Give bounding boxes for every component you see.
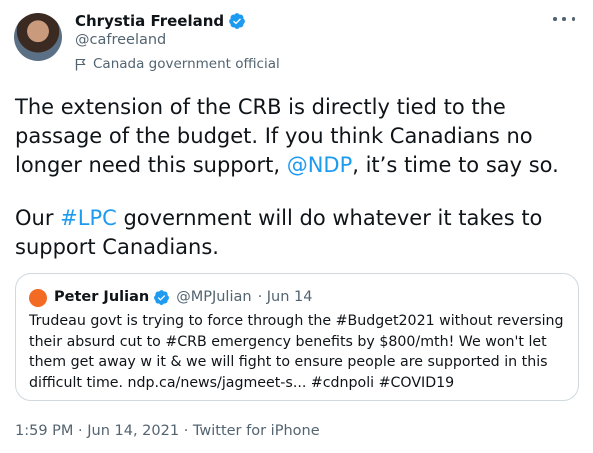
government-label[interactable]: Canada government official [75,55,280,73]
quote-date: · Jun 14 [257,289,313,305]
quote-header: Peter Julian @MPJulian · Jun 14 [54,286,313,308]
quote-author-avatar [29,289,47,307]
tweet-paragraph-2: Our #LPC government will do whatever it … [15,204,585,262]
quote-author-name: Peter Julian [54,289,150,305]
government-label-text: Canada government official [93,56,280,72]
verified-badge-icon [154,289,170,305]
tweet-text-part: Our [15,206,61,230]
hashtag-lpc-link[interactable]: #LPC [60,206,117,230]
author-name-row[interactable]: Chrystia Freeland [75,11,246,31]
author-handle[interactable]: @cafreeland [75,31,166,49]
tweet-timestamp[interactable]: 1:59 PM · Jun 14, 2021 · [15,423,193,439]
tweet-paragraph-1: The extension of the CRB is directly tie… [15,93,585,180]
tweet-text: The extension of the CRB is directly tie… [15,93,585,262]
mention-ndp-link[interactable]: @NDP [287,153,353,177]
tweet-card: Chrystia Freeland @cafreeland Canada gov… [0,0,593,453]
tweet-metadata: 1:59 PM · Jun 14, 2021 · Twitter for iPh… [15,421,320,441]
more-options-icon[interactable] [553,12,575,26]
quoted-tweet[interactable]: Peter Julian @MPJulian · Jun 14 Trudeau … [15,273,579,401]
author-avatar[interactable] [14,13,62,61]
tweet-source-link[interactable]: Twitter for iPhone [193,423,320,439]
tweet-text-part: , it’s time to say so. [352,153,559,177]
quote-text: Trudeau govt is trying to force through … [29,313,564,391]
flag-icon [75,58,86,70]
author-name[interactable]: Chrystia Freeland [75,11,224,31]
quote-author-handle: @MPJulian [176,289,252,305]
verified-badge-icon [229,13,246,29]
